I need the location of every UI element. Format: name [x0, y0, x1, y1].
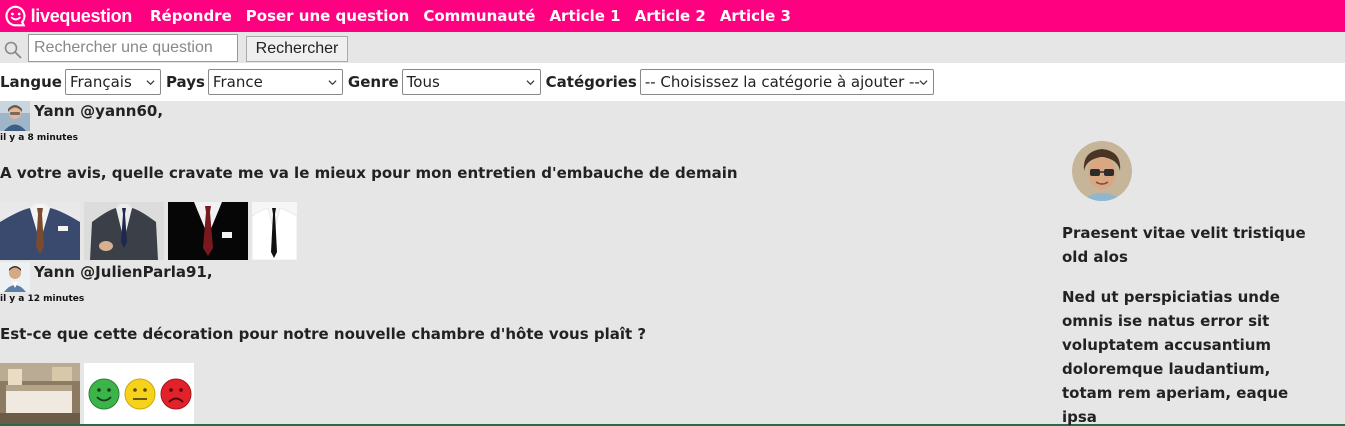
avatar[interactable] [0, 262, 30, 292]
avatar[interactable] [1072, 141, 1132, 201]
feed-content: Yann @yann60, il y a 8 minutes A votre a… [0, 101, 1345, 426]
post-question[interactable]: Est-ce que cette décoration pour notre n… [0, 325, 646, 343]
post-images [0, 202, 301, 260]
post-author: Yann @JulienParla91, [0, 262, 213, 292]
suit-black-tie-image[interactable] [252, 202, 297, 260]
search-bar: Rechercher [0, 32, 1345, 63]
langue-select-value: Français [69, 73, 132, 91]
author-name[interactable]: Yann @JulienParla91, [34, 263, 213, 281]
rating-smileys-image[interactable] [84, 363, 194, 424]
sidebar-text-2: Ned ut perspiciatias unde omnis ise natu… [1062, 288, 1289, 426]
logo-text: livequestion [30, 5, 133, 26]
pays-label: Pays [165, 73, 205, 91]
chat-smiley-icon [5, 5, 26, 27]
post-images [0, 363, 198, 424]
nav-communaute[interactable]: Communauté [423, 7, 535, 25]
pays-select-value: France [212, 73, 263, 91]
search-icon [4, 41, 22, 59]
search-input[interactable] [28, 34, 238, 62]
nav-poser-question[interactable]: Poser une question [246, 7, 410, 25]
filter-bar: Langue Français Pays France Genre Tous C… [0, 63, 1345, 101]
chevron-down-icon [328, 80, 337, 86]
genre-select-value: Tous [406, 73, 440, 91]
langue-label: Langue [0, 73, 62, 91]
post-time: il y a 12 minutes [0, 294, 85, 304]
sidebar-text-1: Praesent vitae velit tristique old alos [1062, 224, 1306, 266]
categories-select[interactable]: -- Choisissez la catégorie à ajouter -- [639, 69, 934, 95]
top-navbar: livequestion Répondre Poser une question… [0, 0, 1345, 32]
logo[interactable]: livequestion [4, 4, 132, 28]
nav-article-1[interactable]: Article 1 [549, 7, 620, 25]
suit-navy-tie-image[interactable] [84, 202, 164, 260]
suit-red-tie-image[interactable] [168, 202, 248, 260]
avatar[interactable] [0, 101, 30, 131]
post-time: il y a 8 minutes [0, 133, 78, 143]
bedroom-photo-image[interactable] [0, 363, 80, 424]
genre-select[interactable]: Tous [401, 69, 541, 95]
suit-brown-tie-image[interactable] [0, 202, 80, 260]
categories-label: Catégories [545, 73, 637, 91]
genre-label: Genre [347, 73, 399, 91]
chevron-down-icon [919, 80, 928, 86]
chevron-down-icon [526, 80, 535, 86]
post-question[interactable]: A votre avis, quelle cravate me va le mi… [0, 164, 738, 182]
nav-article-3[interactable]: Article 3 [720, 7, 791, 25]
langue-select[interactable]: Français [64, 69, 161, 95]
post-author: Yann @yann60, [0, 101, 163, 131]
categories-select-value: -- Choisissez la catégorie à ajouter -- [644, 73, 920, 91]
author-name[interactable]: Yann @yann60, [34, 102, 163, 120]
pays-select[interactable]: France [207, 69, 343, 95]
nav-article-2[interactable]: Article 2 [635, 7, 706, 25]
nav-repondre[interactable]: Répondre [150, 7, 232, 25]
chevron-down-icon [146, 80, 155, 86]
search-button[interactable]: Rechercher [246, 36, 348, 62]
